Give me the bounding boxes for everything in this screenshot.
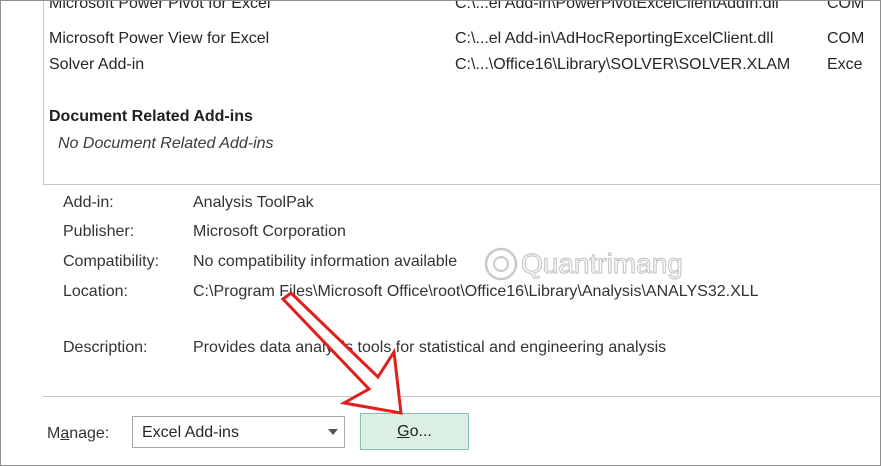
addin-location: C:\...el Add-in\AdHocReportingExcelClien… xyxy=(455,30,774,47)
description-value: Provides data analysis tools for statist… xyxy=(193,339,667,356)
description-label: Description: xyxy=(63,339,148,356)
addin-label: Add-in: xyxy=(63,194,114,211)
manage-dropdown-value: Excel Add-ins xyxy=(142,424,239,441)
publisher-value: Microsoft Corporation xyxy=(193,223,346,240)
addin-type: COM xyxy=(827,30,865,47)
go-button[interactable]: Go... xyxy=(360,413,469,450)
location-label: Location: xyxy=(63,283,128,300)
compatibility-value: No compatibility information available xyxy=(193,253,458,270)
go-button-label: o... xyxy=(409,423,432,440)
addin-type: Exce xyxy=(827,56,863,73)
addin-type: COM xyxy=(827,1,865,12)
publisher-label: Publisher: xyxy=(63,223,135,240)
document-addins-header: Document Related Add-ins xyxy=(49,108,253,125)
chevron-down-icon[interactable] xyxy=(328,429,338,435)
watermark-logo: Quantrimang xyxy=(484,247,683,281)
addins-dialog: Microsoft Power Pivot for Excel C:\...el… xyxy=(0,0,881,466)
addin-location: C:\...el Add-in\PowerPivotExcelClientAdd… xyxy=(455,1,779,12)
manage-label-accel: a xyxy=(60,425,70,442)
addin-name: Microsoft Power View for Excel xyxy=(49,30,270,47)
manage-dropdown[interactable]: Excel Add-ins xyxy=(132,416,345,448)
compatibility-label: Compatibility: xyxy=(63,253,160,270)
location-value: C:\Program Files\Microsoft Office\root\O… xyxy=(193,283,759,300)
manage-label: Manage: xyxy=(47,425,109,443)
watermark-text: Quantrimang xyxy=(521,248,683,279)
addin-name: Solver Add-in xyxy=(49,56,145,73)
go-button-accel: G xyxy=(397,423,410,440)
manage-label-pre: M xyxy=(47,425,61,442)
document-addins-empty: No Document Related Add-ins xyxy=(58,135,274,152)
addins-list[interactable]: Microsoft Power Pivot for Excel C:\...el… xyxy=(43,1,880,185)
addin-value: Analysis ToolPak xyxy=(193,194,314,211)
manage-label-post: nage: xyxy=(69,425,110,442)
addin-location: C:\...\Office16\Library\SOLVER\SOLVER.XL… xyxy=(455,56,791,73)
addin-name: Microsoft Power Pivot for Excel xyxy=(49,1,271,12)
divider xyxy=(43,396,880,397)
